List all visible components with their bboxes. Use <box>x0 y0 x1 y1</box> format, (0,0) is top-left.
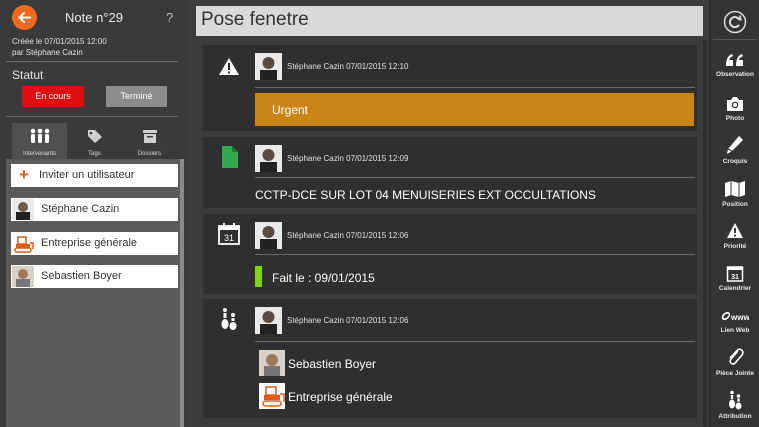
piece-jointe-button[interactable]: Pièce Jointe <box>710 347 759 377</box>
svg-text:www.: www. <box>730 313 749 322</box>
attribution-icon <box>729 390 742 410</box>
svg-text:31: 31 <box>224 233 234 243</box>
divider <box>255 87 695 88</box>
author-avatar <box>255 307 282 334</box>
participant-name: Stéphane Cazin <box>41 203 120 215</box>
back-button[interactable] <box>12 5 37 30</box>
quote-icon <box>726 54 743 66</box>
invite-user-button[interactable]: + Inviter un utilisateur <box>11 164 178 187</box>
card-meta: Stéphane Cazin 07/01/2015 12:09 <box>287 154 409 163</box>
position-button[interactable]: Position <box>710 180 759 208</box>
person-avatar <box>12 266 34 287</box>
person-avatar <box>12 199 34 220</box>
photo-button[interactable]: Photo <box>710 96 759 122</box>
status-in-progress-button[interactable]: En cours <box>22 86 84 107</box>
card-meta: Stéphane Cazin 07/01/2015 12:10 <box>287 62 409 71</box>
list-item[interactable]: Entreprise générale <box>11 232 178 255</box>
camera-icon <box>727 97 743 111</box>
done-indicator <box>255 266 262 287</box>
creation-date: Créée le 07/01/2015 12:00 <box>12 37 107 46</box>
card-meta: Stéphane Cazin 07/01/2015 12:06 <box>287 231 409 240</box>
map-icon <box>725 181 745 197</box>
creation-info: Créée le 07/01/2015 12:00 par Stéphane C… <box>12 36 107 58</box>
card-attribution[interactable]: Stéphane Cazin 07/01/2015 12:06 Sebastie… <box>203 299 697 418</box>
attribution-button[interactable]: Attribution <box>710 390 759 420</box>
person-avatar <box>259 350 285 376</box>
document-icon <box>222 146 238 168</box>
list-item[interactable]: Stéphane Cazin <box>11 198 178 221</box>
button-label: Croquis <box>722 158 748 165</box>
divider <box>713 39 757 40</box>
card-meta: Stéphane Cazin 07/01/2015 12:06 <box>287 316 409 325</box>
lien-web-button[interactable]: www. Lien Web <box>710 308 759 334</box>
button-label: Priorité <box>723 243 747 250</box>
participant-name: Sebastien Boyer <box>41 270 122 282</box>
note-title: Note n°29 <box>65 10 123 25</box>
priority-urgent-badge: Urgent <box>255 93 694 126</box>
status-label: Statut <box>12 68 44 82</box>
action-bar: Observation Photo Croquis Position Prior… <box>709 0 759 427</box>
divider <box>255 341 695 342</box>
button-label: Observation <box>716 71 754 78</box>
people-icon <box>30 128 49 143</box>
participant-name: Entreprise générale <box>41 237 138 249</box>
tab-tags[interactable]: Tags <box>67 123 122 159</box>
calendar-icon: 31 <box>726 266 744 282</box>
tab-label: Intervenants <box>22 151 57 157</box>
pencil-icon <box>727 136 743 154</box>
paperclip-icon <box>729 348 744 365</box>
tab-label: Dossiers <box>137 151 162 157</box>
calendrier-button[interactable]: 31 Calendrier <box>710 264 759 292</box>
tab-label: Tags <box>88 151 101 157</box>
card-calendar[interactable]: 31 Stéphane Cazin 07/01/2015 12:06 Fait … <box>203 214 697 294</box>
calendar-icon: 31 <box>218 223 240 245</box>
warning-icon <box>727 223 743 238</box>
attribution-icon <box>221 308 237 330</box>
main-scrollbar[interactable] <box>703 40 707 427</box>
page-title: Pose fenetre <box>196 6 703 36</box>
left-tabs: Intervenants Tags Dossiers <box>12 123 178 159</box>
button-label: Calendrier <box>718 285 752 292</box>
author-avatar <box>255 53 282 80</box>
tab-intervenants[interactable]: Intervenants <box>12 123 67 159</box>
status-done-button[interactable]: Terminé <box>106 86 167 107</box>
assigned-person-name: Sebastien Boyer <box>288 357 377 371</box>
tag-icon <box>87 130 102 143</box>
divider <box>6 116 178 117</box>
priorite-button[interactable]: Priorité <box>710 222 759 250</box>
list-item[interactable]: Sebastien Boyer <box>11 265 178 288</box>
divider <box>255 177 695 178</box>
document-name: CCTP-DCE SUR LOT 04 MENUISERIES EXT OCCU… <box>255 188 596 202</box>
croquis-button[interactable]: Croquis <box>710 135 759 165</box>
card-document[interactable]: Stéphane Cazin 07/01/2015 12:09 CCTP-DCE… <box>203 137 697 208</box>
button-label: Position <box>722 201 748 208</box>
tab-dossiers[interactable]: Dossiers <box>122 123 177 159</box>
button-label: Attribution <box>718 413 752 420</box>
divider <box>255 254 695 255</box>
assigned-company-name: Entreprise générale <box>288 390 393 404</box>
folder-icon <box>142 130 157 143</box>
plus-icon: + <box>19 165 29 184</box>
button-label: Pièce Jointe <box>716 370 754 377</box>
done-date: Fait le : 09/01/2015 <box>272 271 375 285</box>
button-label: Lien Web <box>720 327 750 334</box>
help-button[interactable]: ? <box>166 10 173 25</box>
divider <box>6 61 178 62</box>
author-avatar <box>255 145 282 172</box>
link-icon: www. <box>721 311 749 322</box>
svg-text:31: 31 <box>731 274 739 281</box>
button-label: Photo <box>725 115 745 122</box>
arrow-left-icon <box>18 12 31 23</box>
refresh-icon[interactable] <box>723 10 747 34</box>
observation-button[interactable]: Observation <box>710 52 759 78</box>
invite-label: Inviter un utilisateur <box>39 169 135 181</box>
bulldozer-icon <box>12 233 34 254</box>
bulldozer-icon <box>259 383 285 409</box>
creation-author: par Stéphane Cazin <box>12 48 83 57</box>
author-avatar <box>255 222 282 249</box>
note-details-panel: Note n°29 ? Créée le 07/01/2015 12:00 pa… <box>0 0 188 427</box>
warning-icon <box>219 58 239 75</box>
list-scrollbar[interactable] <box>180 159 184 427</box>
